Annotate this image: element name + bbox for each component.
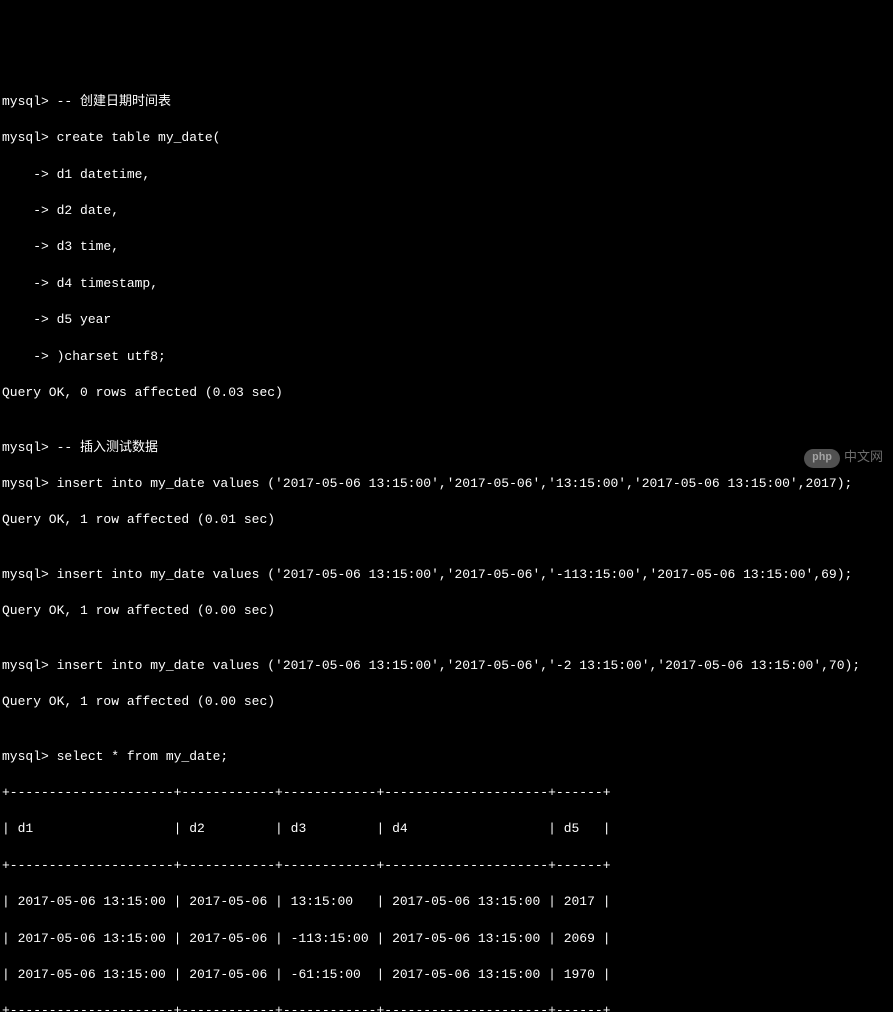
- terminal-line: -> )charset utf8;: [2, 348, 891, 366]
- terminal-line: mysql> insert into my_date values ('2017…: [2, 475, 891, 493]
- terminal-line: mysql> -- 创建日期时间表: [2, 93, 891, 111]
- terminal-line: Query OK, 1 row affected (0.00 sec): [2, 602, 891, 620]
- terminal-line: -> d1 datetime,: [2, 166, 891, 184]
- terminal-line: | 2017-05-06 13:15:00 | 2017-05-06 | -11…: [2, 930, 891, 948]
- terminal-line: Query OK, 1 row affected (0.00 sec): [2, 693, 891, 711]
- terminal-line: -> d4 timestamp,: [2, 275, 891, 293]
- terminal-line: Query OK, 1 row affected (0.01 sec): [2, 511, 891, 529]
- terminal-line: +---------------------+------------+----…: [2, 1002, 891, 1012]
- terminal-line: | 2017-05-06 13:15:00 | 2017-05-06 | 13:…: [2, 893, 891, 911]
- terminal-line: mysql> create table my_date(: [2, 129, 891, 147]
- terminal-line: +---------------------+------------+----…: [2, 784, 891, 802]
- terminal-line: -> d5 year: [2, 311, 891, 329]
- terminal-line: mysql> insert into my_date values ('2017…: [2, 566, 891, 584]
- terminal-line: | d1 | d2 | d3 | d4 | d5 |: [2, 820, 891, 838]
- terminal-line: mysql> -- 插入测试数据: [2, 439, 891, 457]
- terminal-line: +---------------------+------------+----…: [2, 857, 891, 875]
- terminal-line: -> d3 time,: [2, 238, 891, 256]
- terminal-line: Query OK, 0 rows affected (0.03 sec): [2, 384, 891, 402]
- terminal-output: mysql> -- 创建日期时间表 mysql> create table my…: [2, 75, 891, 1012]
- terminal-line: mysql> select * from my_date;: [2, 748, 891, 766]
- terminal-line: | 2017-05-06 13:15:00 | 2017-05-06 | -61…: [2, 966, 891, 984]
- watermark-badge: php: [804, 449, 840, 468]
- terminal-line: -> d2 date,: [2, 202, 891, 220]
- terminal-line: mysql> insert into my_date values ('2017…: [2, 657, 891, 675]
- watermark-text: 中文网: [844, 449, 883, 467]
- watermark: php 中文网: [804, 449, 883, 468]
